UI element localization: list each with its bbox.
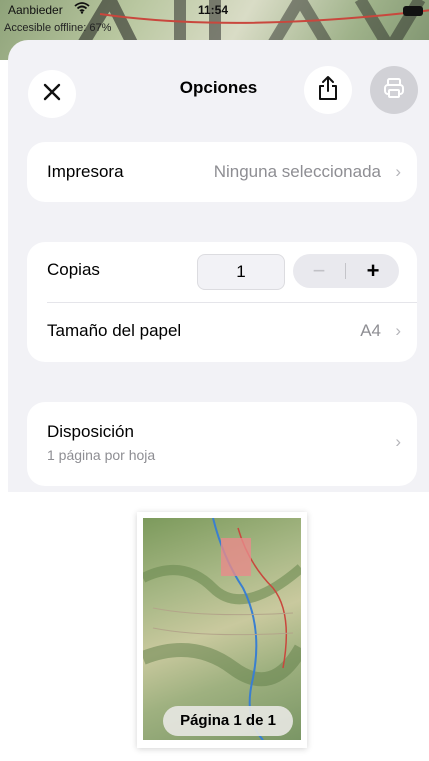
paper-size-row[interactable]: Tamaño del papel A4 › [27, 303, 417, 361]
page-counter-badge: Página 1 de 1 [163, 706, 293, 736]
map-thumbnail: Página 1 de 1 [143, 518, 301, 740]
print-preview-area: Página 1 de 1 [8, 492, 429, 761]
layout-subtitle: 1 página por hoja [47, 447, 156, 463]
copies-paper-card: Copias 1 − + Tamaño del papel A4 › [27, 242, 417, 362]
chevron-right-icon: › [395, 432, 401, 451]
page-title: Opciones [179, 78, 258, 97]
paper-size-value: A4 [360, 321, 381, 340]
wifi-icon [74, 2, 90, 17]
decrement-button[interactable]: − [293, 254, 345, 288]
copies-field[interactable]: 1 [197, 254, 285, 290]
layout-label: Disposición [47, 422, 134, 441]
sheet-header: Opciones [8, 40, 429, 132]
share-icon [317, 75, 339, 106]
printer-icon [382, 76, 406, 105]
status-bar: Aanbieder 11:54 [0, 0, 429, 22]
print-options-sheet: Opciones Impresora Ninguna seleccionada … [8, 40, 429, 761]
printer-row[interactable]: Impresora Ninguna seleccionada › [27, 144, 417, 200]
share-button[interactable] [304, 66, 352, 114]
offline-status: Accesible offline: 67% [4, 22, 112, 34]
increment-button[interactable]: + [347, 254, 399, 288]
carrier-name: Aanbieder [8, 3, 63, 17]
printer-card[interactable]: Impresora Ninguna seleccionada › [27, 142, 417, 202]
layout-card[interactable]: Disposición 1 página por hoja › [27, 402, 417, 486]
chevron-right-icon: › [395, 162, 401, 181]
page-preview[interactable]: Página 1 de 1 [137, 512, 307, 748]
printer-value: Ninguna seleccionada [213, 162, 381, 181]
copies-stepper[interactable]: − + [293, 254, 399, 288]
paper-size-label: Tamaño del papel [47, 321, 182, 340]
printer-label: Impresora [47, 162, 124, 181]
copies-label: Copias [47, 260, 100, 279]
clock: 11:54 [198, 3, 229, 17]
chevron-right-icon: › [395, 321, 401, 340]
battery-icon [403, 6, 423, 16]
print-button[interactable] [370, 66, 418, 114]
stepper-divider [345, 263, 346, 279]
copies-row: Copias 1 − + [27, 242, 417, 302]
